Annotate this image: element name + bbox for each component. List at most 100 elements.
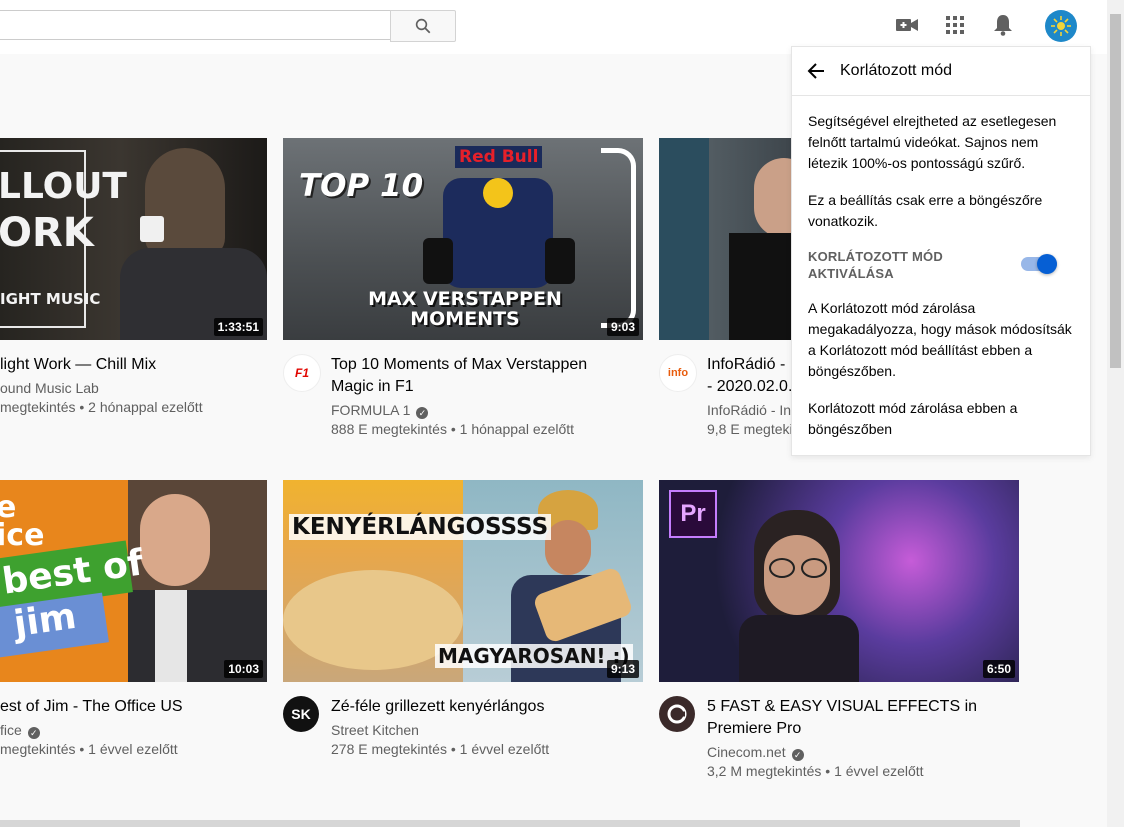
glasses <box>801 558 827 578</box>
video-title[interactable]: Top 10 Moments of Max Verstappen Magic i… <box>331 354 631 398</box>
video-title-line: 5 FAST & EASY VISUAL EFFECTS in <box>707 698 978 715</box>
f1-logo: F1 <box>294 366 309 380</box>
apps-button[interactable] <box>943 13 967 37</box>
channel-avatar[interactable]: F1 <box>283 354 321 392</box>
channel-line[interactable]: FORMULA 1 ✓ <box>331 400 429 420</box>
video-title[interactable]: Zé-féle grillezett kenyérlángos <box>331 696 631 718</box>
search-input[interactable] <box>0 11 390 39</box>
video-meta: megtekintés • 2 hónappal ezelőtt <box>0 399 203 415</box>
thumbnail-text: LLOUT <box>0 166 127 207</box>
video-duration: 9:03 <box>606 318 639 336</box>
premiere-logo-text: Pr <box>680 500 706 527</box>
thumbnail-text: MAGYAROSAN! :) <box>435 644 633 668</box>
channel-avatar[interactable] <box>659 696 695 732</box>
bell-icon <box>994 15 1012 36</box>
channel-line[interactable]: fice ✓ <box>0 720 40 740</box>
premiere-logo: Pr <box>669 490 717 538</box>
video-thumbnail[interactable]: e ice best of jim 10:03 <box>0 480 267 682</box>
browser-scope-note: Ez a beállítás csak erre a böngészőre vo… <box>808 192 1043 229</box>
lock-restricted-mode-link[interactable]: Korlátozott mód zárolása ebben a böngész… <box>808 398 1078 440</box>
video-meta: 278 E megtekintés • 1 évvel ezelőtt <box>331 741 550 757</box>
horizontal-scrollbar[interactable] <box>0 820 1020 827</box>
person-figure <box>754 158 791 238</box>
channel-name[interactable]: FORMULA 1 <box>331 402 410 418</box>
glasses <box>769 558 795 578</box>
user-avatar-button[interactable] <box>1045 10 1077 42</box>
restricted-mode-description: Segítségével elrejtheted az esetlegesen … <box>808 113 1057 171</box>
sk-logo: SK <box>291 706 311 722</box>
video-thumbnail[interactable]: TOP 10 Red Bull MAX VERSTAPPEN MOMENTS 9… <box>283 138 643 340</box>
video-duration: 10:03 <box>224 660 263 678</box>
video-title[interactable]: 5 FAST & EASY VISUAL EFFECTS in Premiere… <box>707 696 1017 740</box>
thumbnail-text: Red Bull <box>455 146 543 168</box>
tire <box>423 238 453 284</box>
cinecom-logo-icon <box>667 704 687 724</box>
thumbnail-text: KENYÉRLÁNGOSSSS <box>289 514 552 540</box>
video-duration: 6:50 <box>982 660 1015 678</box>
shirt <box>155 590 187 682</box>
video-thumbnail[interactable]: KENYÉRLÁNGOSSSS MAGYAROSAN! :) 9:13 <box>283 480 643 682</box>
search-icon <box>415 18 431 34</box>
helmet <box>483 178 513 208</box>
lock-description: A Korlátozott mód zárolása megakadályozz… <box>808 300 1072 379</box>
video-title-line: InfoRádió - ... <box>707 356 791 373</box>
channel-avatar[interactable]: info <box>659 354 697 392</box>
window-panel <box>659 138 709 340</box>
video-meta: 888 E megtekintés • 1 hónappal ezelőtt <box>331 421 575 437</box>
notifications-button[interactable] <box>991 13 1015 37</box>
user-avatar-icon <box>1051 16 1071 36</box>
channel-name[interactable]: InfoRádió - Int <box>707 400 791 420</box>
channel-name[interactable]: Cinecom.net <box>707 744 786 760</box>
video-duration: 9:13 <box>606 660 639 678</box>
video-title-line: Premiere Pro <box>707 720 802 737</box>
verified-icon: ✓ <box>416 407 429 419</box>
video-camera-icon <box>896 19 918 31</box>
panel-header: Korlátozott mód <box>792 47 1090 96</box>
video-title[interactable]: InfoRádió - ... - 2020.02.0... <box>707 354 791 398</box>
thumbnail-text: ORK <box>0 210 94 256</box>
channel-avatar[interactable]: SK <box>283 696 319 732</box>
info-logo: info <box>667 367 689 379</box>
toggle-label: KORLÁTOZOTT MÓD AKTIVÁLÁSA <box>808 249 943 281</box>
apps-grid-icon <box>946 16 964 34</box>
toggle-knob[interactable] <box>1037 254 1057 274</box>
search-button[interactable] <box>390 10 456 42</box>
video-thumbnail[interactable]: LLOUT ORK IGHT MUSIC 1:33:51 <box>0 138 267 340</box>
thumbnail-text: MAX VERSTAPPEN <box>368 288 562 310</box>
thumbnail-text: MOMENTS <box>410 308 520 330</box>
video-title[interactable]: light Work — Chill Mix <box>0 354 262 376</box>
verified-icon: ✓ <box>791 749 804 761</box>
person-body <box>729 233 791 340</box>
video-duration: 1:33:51 <box>213 318 263 336</box>
back-button[interactable] <box>806 60 828 82</box>
panel-title: Korlátozott mód <box>840 62 953 79</box>
video-meta: 9,8 E megtekin <box>707 421 791 437</box>
channel-name[interactable]: Street Kitchen <box>331 720 419 740</box>
person-robe <box>739 615 859 682</box>
restricted-mode-toggle[interactable] <box>1021 254 1057 274</box>
thumbnail-text: ice <box>0 518 45 553</box>
video-thumbnail[interactable] <box>659 138 791 340</box>
scrollbar-thumb[interactable] <box>1110 14 1121 368</box>
channel-name[interactable]: ound Music Lab <box>0 378 99 398</box>
restricted-mode-panel: Korlátozott mód Segítségével elrejtheted… <box>791 46 1091 456</box>
chef-face <box>545 520 591 575</box>
video-thumbnail[interactable]: Pr 6:50 <box>659 480 1019 682</box>
search-box[interactable] <box>0 10 390 40</box>
person-face <box>140 494 210 586</box>
verified-icon: ✓ <box>27 727 40 739</box>
vertical-scrollbar[interactable] <box>1107 0 1124 827</box>
video-title[interactable]: est of Jim - The Office US <box>0 696 262 718</box>
create-video-button[interactable] <box>895 13 919 37</box>
tire <box>545 238 575 284</box>
channel-name[interactable]: fice <box>0 722 22 738</box>
thumbnail-text: jim <box>11 595 79 646</box>
channel-line[interactable]: Cinecom.net ✓ <box>707 742 804 762</box>
video-title-line: - 2020.02.0... <box>707 378 791 395</box>
thumbnail-frame <box>601 148 636 328</box>
thumbnail-text: IGHT MUSIC <box>0 290 101 308</box>
coffee-cup <box>140 216 164 242</box>
arrow-left-icon <box>807 63 824 79</box>
video-title-line: Magic in F1 <box>331 378 414 395</box>
video-meta: megtekintés • 1 évvel ezelőtt <box>0 741 178 757</box>
